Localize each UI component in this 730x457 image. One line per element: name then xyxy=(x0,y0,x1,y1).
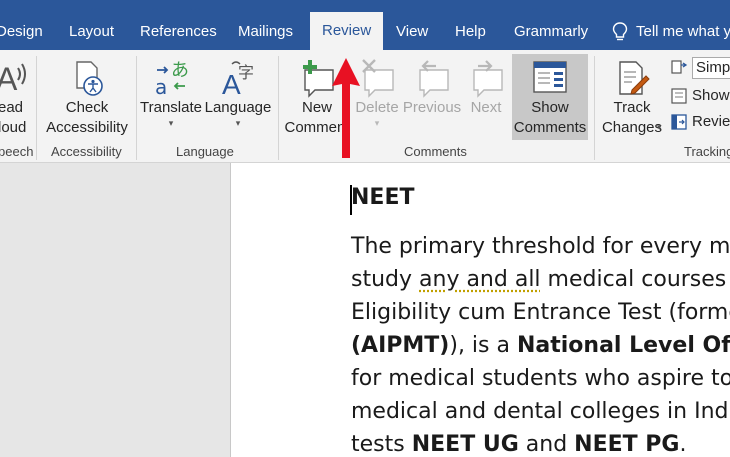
text-run: NEET PG xyxy=(574,432,680,457)
reviewing-pane-button[interactable]: Revie xyxy=(670,111,730,133)
tab-review[interactable]: Review xyxy=(310,12,384,50)
svg-text:字: 字 xyxy=(238,63,254,82)
group-separator xyxy=(594,56,595,160)
red-arrow-annotation xyxy=(332,58,360,158)
group-separator xyxy=(136,56,137,160)
show-markup-icon xyxy=(671,88,687,104)
document-page[interactable]: NEET The primary threshold for every me s… xyxy=(230,163,730,457)
track-changes-caret[interactable]: ▾ xyxy=(657,122,662,133)
tab-grammarly[interactable]: Grammarly xyxy=(514,0,588,50)
show-markup-button[interactable]: Show xyxy=(670,85,730,107)
tab-design[interactable]: Design xyxy=(0,0,43,50)
show-comments-button[interactable]: Show Comments xyxy=(512,54,588,140)
tab-mailings[interactable]: Mailings xyxy=(238,0,293,50)
document-line[interactable]: (AIPMT)), is a National Level Offlin xyxy=(351,333,730,358)
tab-layout[interactable]: Layout xyxy=(69,0,114,50)
next-comment-button[interactable]: Next xyxy=(464,58,508,118)
text-run: study xyxy=(351,267,420,292)
read-aloud-icon: A xyxy=(0,61,26,97)
show-comments-icon xyxy=(533,61,567,93)
document-line[interactable]: medical and dental colleges in India xyxy=(351,399,730,424)
text-run: medical and dental colleges in India xyxy=(351,399,730,424)
text-run: Eligibility cum Entrance Test (forme xyxy=(351,300,730,325)
grammar-flagged-text: any and all xyxy=(419,267,541,292)
check-accessibility-button[interactable]: Check Accessibility xyxy=(44,58,130,138)
tab-help[interactable]: Help xyxy=(455,0,486,50)
track-changes-icon xyxy=(619,61,650,95)
svg-text:a: a xyxy=(155,75,167,98)
text-run: ), is a xyxy=(449,333,517,358)
word-window: Design Layout References Mailings Review… xyxy=(0,0,730,457)
document-line[interactable]: study any and all medical courses in xyxy=(351,267,730,292)
previous-comment-icon xyxy=(419,60,449,98)
group-label-comments: Comments xyxy=(404,144,467,159)
svg-text:A: A xyxy=(0,61,18,97)
translate-button[interactable]: あ a Translate ▾ xyxy=(140,58,202,128)
text-run: National Level Offlin xyxy=(516,333,730,358)
language-button[interactable]: A 字 Language ▾ xyxy=(204,58,272,128)
read-aloud-button[interactable]: A ead loud xyxy=(0,58,30,138)
text-run: The primary threshold for every me xyxy=(351,234,730,259)
group-separator xyxy=(36,56,37,160)
next-comment-icon xyxy=(473,60,503,98)
lightbulb-icon xyxy=(612,22,628,41)
tab-view[interactable]: View xyxy=(396,0,428,50)
ribbon: A ead loud peech Check Accessibility Acc… xyxy=(0,50,730,163)
translate-icon: あ a xyxy=(155,60,189,98)
text-run: medical courses in xyxy=(547,267,730,292)
markup-icon xyxy=(671,60,688,74)
group-label-language: Language xyxy=(176,144,234,159)
text-run: . xyxy=(679,432,687,457)
document-line[interactable]: for medical students who aspire to xyxy=(351,366,730,391)
document-area: NEET The primary threshold for every me s… xyxy=(0,163,730,457)
display-for-review-select[interactable]: Simp xyxy=(670,57,730,79)
group-separator xyxy=(278,56,279,160)
previous-comment-button[interactable]: Previous xyxy=(402,58,462,118)
text-run: NEET UG xyxy=(411,432,519,457)
document-line[interactable]: Eligibility cum Entrance Test (forme xyxy=(351,300,730,325)
group-label-speech: peech xyxy=(0,144,34,159)
group-label-accessibility: Accessibility xyxy=(51,144,122,159)
text-run: tests xyxy=(351,432,412,457)
document-line[interactable]: tests NEET UG and NEET PG. xyxy=(351,432,687,457)
tell-me-search[interactable]: Tell me what y xyxy=(612,0,730,50)
group-label-tracking: Tracking xyxy=(684,144,730,159)
text-run: and xyxy=(518,432,575,457)
text-run: for medical students who aspire to xyxy=(351,366,730,391)
document-heading[interactable]: NEET xyxy=(351,185,414,210)
document-line[interactable]: The primary threshold for every me xyxy=(351,234,730,259)
accessibility-check-icon xyxy=(76,61,103,96)
svg-text:あ: あ xyxy=(171,60,189,81)
ribbon-tab-bar: Design Layout References Mailings Review… xyxy=(0,0,730,50)
text-run: (AIPMT) xyxy=(351,333,450,358)
language-icon: A 字 xyxy=(222,61,254,98)
tab-references[interactable]: References xyxy=(140,0,217,50)
reviewing-pane-icon xyxy=(671,114,687,130)
